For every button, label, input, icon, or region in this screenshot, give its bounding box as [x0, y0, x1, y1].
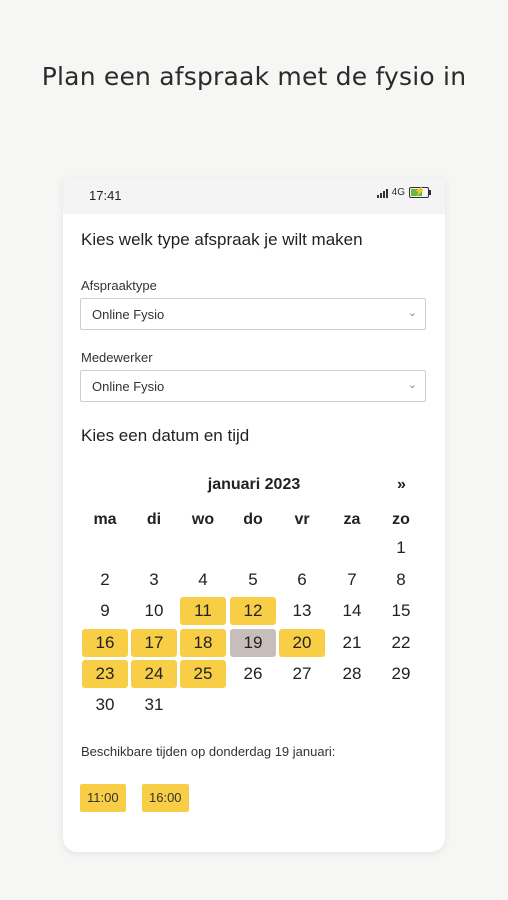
employee-select[interactable]: Online Fysio ⌄	[80, 370, 426, 402]
time-slot-button[interactable]: 11:00	[80, 784, 126, 812]
page-headline: Plan een afspraak met de fysio in	[41, 62, 467, 91]
calendar-day-4: 4	[198, 570, 208, 589]
calendar-day-29: 29	[391, 664, 411, 683]
signal-icon	[376, 188, 388, 198]
status-bar: 17:41 4G ⚡	[63, 178, 445, 214]
network-label: 4G	[391, 187, 405, 198]
calendar-day-18[interactable]: 18	[180, 629, 226, 657]
chevron-down-icon: ⌄	[407, 307, 417, 319]
appointment-type-title: Kies welk type afspraak je wilt maken	[81, 230, 363, 249]
calendar-day-28: 28	[342, 664, 362, 683]
appointment-type-select[interactable]: Online Fysio ⌄	[80, 298, 426, 330]
next-month-button[interactable]: »	[397, 476, 406, 494]
calendar-day-20[interactable]: 20	[279, 629, 325, 657]
calendar-day-19[interactable]: 19	[230, 629, 276, 657]
employee-value: Online Fysio	[92, 379, 165, 394]
calendar-day-2: 2	[100, 570, 110, 589]
calendar-day-1: 1	[396, 538, 406, 557]
calendar-day-3: 3	[149, 570, 159, 589]
calendar-day-15: 15	[391, 601, 411, 620]
calendar-month: januari 2023	[207, 476, 301, 493]
weekday-wo: wo	[191, 511, 215, 528]
weekday-di: di	[146, 511, 162, 528]
calendar-day-11[interactable]: 11	[180, 597, 226, 625]
calendar-day-10: 10	[144, 601, 164, 620]
calendar-day-27: 27	[292, 664, 312, 683]
calendar-day-9: 9	[100, 601, 110, 620]
calendar-day-31: 31	[144, 695, 164, 714]
calendar-day-7: 7	[347, 570, 357, 589]
weekday-ma: ma	[93, 511, 117, 528]
calendar-day-5: 5	[248, 570, 258, 589]
calendar-day-30: 30	[95, 695, 115, 714]
weekday-vr: vr	[294, 511, 310, 528]
calendar-day-26: 26	[243, 664, 263, 683]
appointment-type-value: Online Fysio	[92, 307, 165, 322]
battery-icon: ⚡	[409, 186, 431, 198]
date-time-title: Kies een datum en tijd	[81, 426, 250, 445]
calendar-day-17[interactable]: 17	[131, 629, 177, 657]
chevron-down-icon: ⌄	[407, 379, 417, 391]
status-time: 17:41	[89, 188, 122, 203]
available-times-label: Beschikbare tijden op donderdag 19 janua…	[81, 744, 336, 759]
calendar-day-6: 6	[297, 570, 307, 589]
phone-screen: 17:41 4G ⚡ Kies welk type afspraak je wi…	[63, 178, 445, 852]
time-slot-button[interactable]: 16:00	[142, 784, 189, 812]
weekday-do: do	[243, 511, 263, 528]
calendar-day-12[interactable]: 12	[230, 597, 276, 625]
appointment-type-label: Afspraaktype	[81, 278, 157, 293]
weekday-za: za	[343, 511, 361, 528]
calendar-day-21: 21	[342, 633, 362, 652]
calendar-day-14: 14	[342, 601, 362, 620]
employee-label: Medewerker	[81, 350, 153, 365]
calendar-day-13: 13	[292, 601, 312, 620]
calendar-day-8: 8	[396, 570, 406, 589]
calendar-day-16[interactable]: 16	[82, 629, 128, 657]
calendar-day-22: 22	[391, 633, 411, 652]
weekday-zo: zo	[392, 511, 410, 528]
calendar-day-24[interactable]: 24	[131, 660, 177, 688]
calendar-day-25[interactable]: 25	[180, 660, 226, 688]
calendar-day-23[interactable]: 23	[82, 660, 128, 688]
status-icons: 4G ⚡	[376, 186, 431, 198]
